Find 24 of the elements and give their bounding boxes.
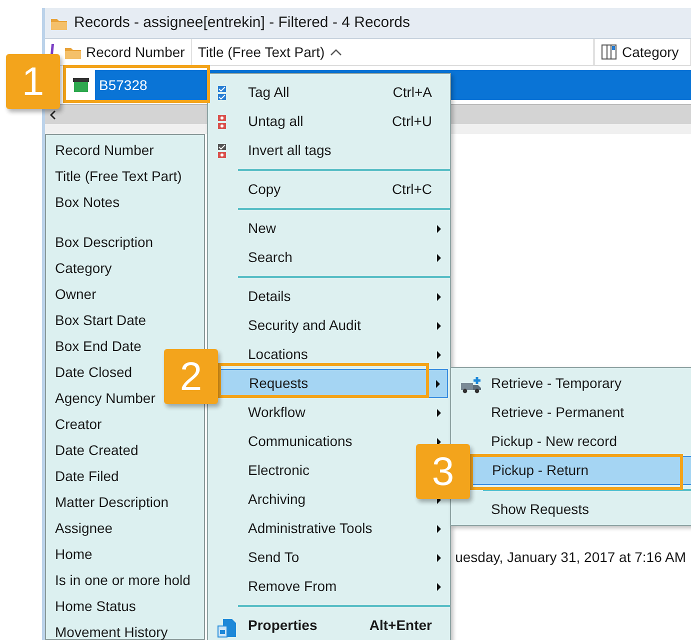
field-name: Record Number xyxy=(55,141,154,160)
field-name: Box End Date xyxy=(55,337,142,356)
window-title: Records - assignee[entrekin] - Filtered - 4 Records xyxy=(74,12,410,33)
field-name: Date Filed xyxy=(55,467,119,486)
field-name: Box Notes xyxy=(55,193,120,212)
field-name: Category xyxy=(55,259,112,278)
field-name: Movement History xyxy=(55,623,168,640)
field-name: Matter Description xyxy=(55,493,169,512)
field-name: Box Description xyxy=(55,233,154,252)
field-name: Agency Number xyxy=(55,389,156,408)
field-name: Home xyxy=(55,545,92,564)
date-text: uesday, January 31, 2017 at 7:16 AM xyxy=(455,548,687,567)
field-name: Date Created xyxy=(55,441,138,460)
field-name: Home Status xyxy=(55,597,136,616)
field-name: Creator xyxy=(55,415,102,434)
step-callout-tooltip: 1 xyxy=(6,54,60,109)
field-name: Box Start Date xyxy=(55,311,146,330)
field-name: Owner xyxy=(55,285,96,304)
field-name: Is in one or more hold xyxy=(55,571,190,590)
field-name: Date Closed xyxy=(55,363,132,382)
field-name: Assignee xyxy=(55,519,113,538)
field-name: Title (Free Text Part) xyxy=(55,167,182,186)
step-callout-tooltip: 3 xyxy=(416,444,470,499)
step-callout-tooltip: 2 xyxy=(164,349,218,404)
